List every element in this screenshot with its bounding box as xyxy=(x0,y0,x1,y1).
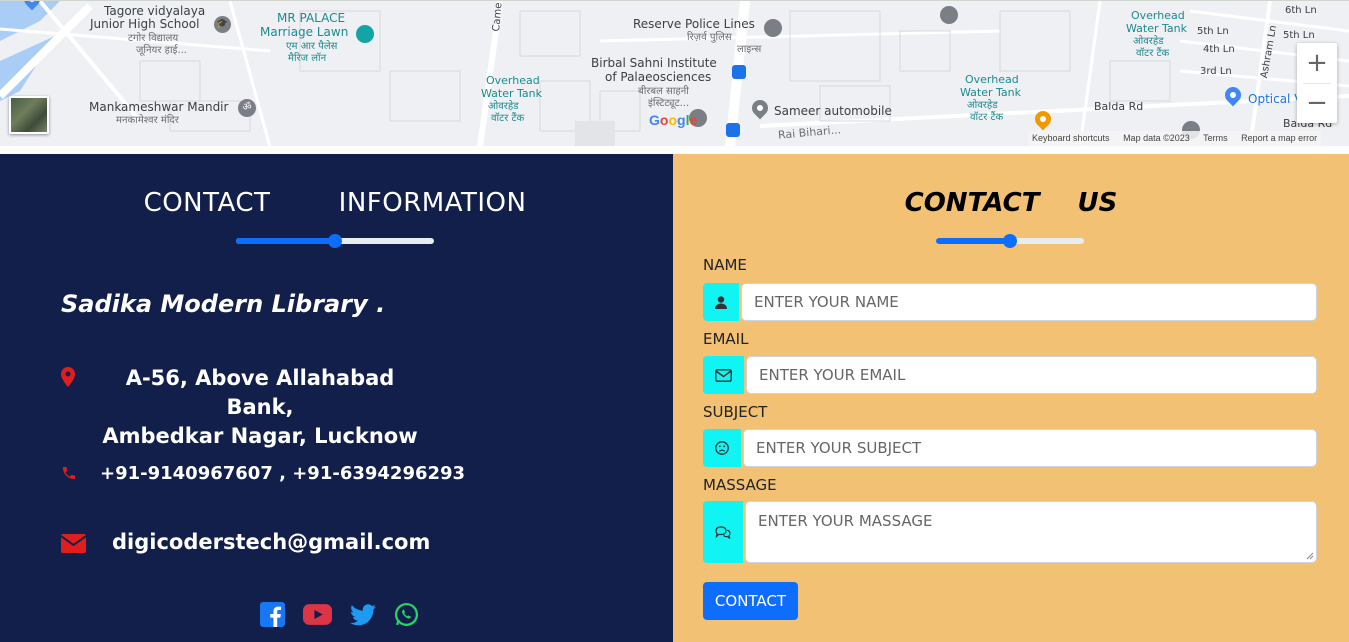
map-label: वॉटर टैंक xyxy=(1136,48,1170,59)
police-icon[interactable] xyxy=(764,19,782,37)
title-underline-slider[interactable] xyxy=(236,234,434,248)
map-label: 6th Ln xyxy=(1285,5,1317,16)
whatsapp-icon[interactable] xyxy=(394,602,419,627)
bus-stop-icon[interactable] xyxy=(726,123,740,137)
envelope-icon xyxy=(61,534,86,553)
map-label[interactable]: of Palaeosciences xyxy=(605,71,711,84)
satellite-toggle-thumbnail[interactable] xyxy=(9,96,49,134)
slider-knob[interactable] xyxy=(328,234,342,248)
name-addon xyxy=(703,283,739,321)
place-icon[interactable] xyxy=(940,6,958,24)
subject-input[interactable] xyxy=(743,429,1317,467)
email-input-group xyxy=(703,356,1317,394)
section-gap xyxy=(0,146,1349,154)
terms-link[interactable]: Terms xyxy=(1203,133,1228,143)
resize-handle-icon[interactable] xyxy=(1306,552,1314,560)
keyboard-shortcuts-link[interactable]: Keyboard shortcuts xyxy=(1032,133,1110,143)
email-addon xyxy=(703,356,744,394)
bus-stop-icon[interactable] xyxy=(732,65,746,79)
phone-numbers: +91-9140967607 , +91-6394296293 xyxy=(100,463,466,484)
subject-input-group xyxy=(703,429,1317,467)
facebook-icon[interactable] xyxy=(260,602,285,627)
map-label: लाइन्स xyxy=(737,44,762,55)
map-label[interactable]: Sameer automobile xyxy=(774,105,892,118)
map-label: रिज़र्व पुलिस xyxy=(687,32,732,43)
envelope-outline-icon xyxy=(715,368,732,382)
frown-icon xyxy=(715,441,729,455)
phone-icon xyxy=(63,467,75,479)
map-label[interactable]: Mankameshwar Mandir xyxy=(89,101,228,114)
zoom-controls: + − xyxy=(1297,43,1337,123)
subject-label: SUBJECT xyxy=(703,403,768,421)
map-label: वॉटर टैंक xyxy=(491,113,525,124)
map-label[interactable]: MR PALACE xyxy=(277,12,345,25)
social-links xyxy=(260,602,419,627)
map-label[interactable]: Reserve Police Lines xyxy=(633,18,755,31)
map-label: इंस्टिट्यूट... xyxy=(648,98,690,109)
map-label[interactable]: Optical V xyxy=(1248,93,1302,106)
subject-addon xyxy=(703,429,741,467)
slider-knob[interactable] xyxy=(1003,234,1017,248)
twitter-icon[interactable] xyxy=(350,603,376,626)
map-label[interactable]: Water Tank xyxy=(481,87,542,100)
slider-fill xyxy=(936,238,1010,244)
name-input-group xyxy=(703,283,1317,321)
google-logo: Google xyxy=(649,112,698,128)
google-map[interactable]: Tagore vidyalaya Junior High School टगोर… xyxy=(0,0,1349,146)
temple-icon[interactable]: ॐ xyxy=(238,99,256,117)
message-label: MASSAGE xyxy=(703,476,777,494)
map-label: जूनियर हाई... xyxy=(136,45,187,56)
map-label[interactable]: Marriage Lawn xyxy=(260,26,348,39)
map-label[interactable]: Overhead xyxy=(486,74,540,87)
map-label[interactable]: Overhead xyxy=(965,73,1019,86)
map-label[interactable]: Junior High School xyxy=(90,18,199,31)
map-marker-icon xyxy=(61,367,75,387)
email-label: EMAIL xyxy=(703,330,749,348)
message-input-group xyxy=(703,501,1317,563)
comments-icon xyxy=(715,525,731,539)
title-underline-slider[interactable] xyxy=(936,234,1084,248)
address-line-1: A-56, Above Allahabad Bank, xyxy=(125,366,395,419)
message-addon xyxy=(703,501,743,563)
map-label: मैरिज लॉन xyxy=(288,53,327,64)
user-icon xyxy=(715,295,727,309)
contact-us-panel: CONTACT US NAME EMAIL SUBJECT xyxy=(673,154,1349,642)
message-textarea[interactable] xyxy=(745,501,1317,563)
address-line-2: Ambedkar Nagar, Lucknow xyxy=(102,424,418,448)
map-label: Balda Rd xyxy=(1094,100,1144,113)
report-map-error-link[interactable]: Report a map error xyxy=(1241,133,1317,143)
map-label: Came xyxy=(490,2,505,33)
map-label: 4th Ln xyxy=(1203,44,1235,55)
contact-submit-button[interactable]: CONTACT xyxy=(703,582,798,620)
contact-information-panel: CONTACT INFORMATION Sadika Modern Librar… xyxy=(0,154,673,642)
map-attribution: Keyboard shortcuts Map data ©2023 Terms … xyxy=(1028,131,1322,146)
name-input[interactable] xyxy=(741,283,1317,321)
youtube-icon[interactable] xyxy=(303,604,332,625)
map-label: 5th Ln xyxy=(1197,26,1229,37)
school-icon[interactable]: 🎓 xyxy=(214,16,231,33)
map-label[interactable]: Birbal Sahni Institute xyxy=(591,57,717,70)
email-address: digicoderstech@gmail.com xyxy=(112,530,431,554)
address: A-56, Above Allahabad Bank, Ambedkar Nag… xyxy=(100,364,420,451)
map-label: 5th Ln xyxy=(1283,30,1315,41)
map-label[interactable]: Overhead xyxy=(1131,9,1185,22)
map-label: वॉटर टैंक xyxy=(970,112,1004,123)
contact-us-title: CONTACT US xyxy=(904,188,1118,218)
map-label: 3rd Ln xyxy=(1200,66,1232,77)
email-input[interactable] xyxy=(746,356,1317,394)
map-data-text: Map data ©2023 xyxy=(1123,133,1190,143)
zoom-out-button[interactable]: − xyxy=(1297,83,1337,123)
contact-information-title: CONTACT INFORMATION xyxy=(143,188,527,218)
library-name: Sadika Modern Library . xyxy=(61,290,386,318)
map-label[interactable]: Water Tank xyxy=(960,86,1021,99)
map-label: मनकामेश्वर मंदिर xyxy=(116,115,179,126)
slider-fill xyxy=(236,238,335,244)
venue-icon[interactable] xyxy=(356,25,374,43)
zoom-in-button[interactable]: + xyxy=(1297,43,1337,83)
name-label: NAME xyxy=(703,256,747,274)
map-label[interactable]: Water Tank xyxy=(1126,22,1187,35)
